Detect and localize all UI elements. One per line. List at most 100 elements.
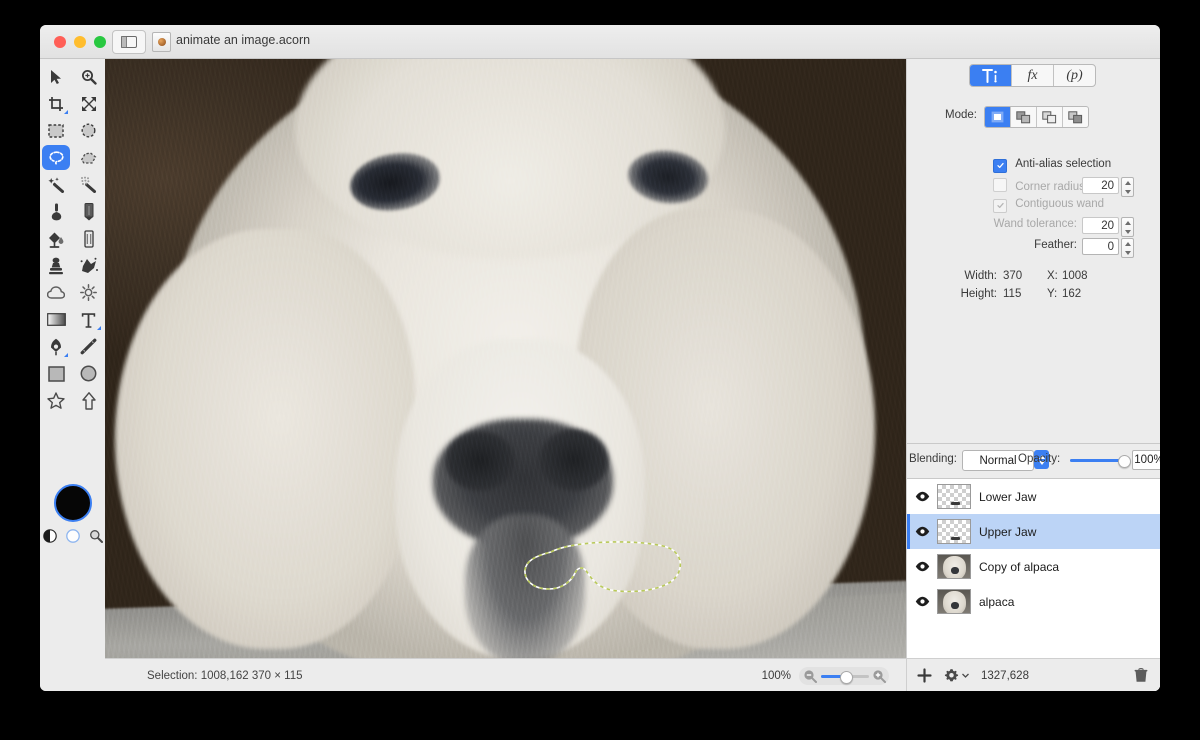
opacity-value-field[interactable]: 100% (1132, 450, 1160, 470)
layer-thumbnail (937, 589, 971, 614)
ellipse-select-tool[interactable] (75, 118, 103, 143)
brush-tool[interactable] (42, 199, 70, 224)
line-tool[interactable] (75, 334, 103, 359)
paint-bucket-tool[interactable] (42, 226, 70, 251)
mode-intersect-selection[interactable] (1063, 107, 1088, 127)
table-row[interactable]: alpaca (907, 584, 1160, 619)
line-icon (80, 338, 97, 355)
plus-icon[interactable] (917, 668, 932, 683)
layer-thumbnail (937, 484, 971, 509)
blending-label: Blending: (909, 453, 957, 465)
tab-palette[interactable]: (p) (1054, 65, 1095, 86)
height-value: 115 (1003, 288, 1022, 300)
layer-visibility-toggle[interactable] (907, 526, 937, 537)
move-tool[interactable] (42, 64, 70, 89)
dodge-tool[interactable] (75, 280, 103, 305)
opacity-label: Opacity: (1018, 453, 1061, 465)
pencil-tool[interactable] (75, 199, 103, 224)
canvas-area (105, 59, 1160, 691)
rectangle-select-tool[interactable] (42, 118, 70, 143)
antialias-selection-row[interactable]: Anti-alias selection (993, 158, 1111, 173)
zoom-slider[interactable] (799, 666, 889, 685)
cloud-icon (47, 286, 66, 299)
bezier-tool[interactable] (42, 334, 70, 359)
trash-icon[interactable] (1134, 668, 1148, 683)
sidebar-toggle-button[interactable] (112, 30, 146, 54)
antialias-label: Anti-alias selection (1015, 158, 1112, 170)
layer-thumbnail (937, 554, 971, 579)
arrow-shape-tool[interactable] (75, 388, 103, 413)
ellipse-shape-tool[interactable] (75, 361, 103, 386)
text-t-icon (82, 312, 96, 328)
rectangle-shape-tool[interactable] (42, 361, 70, 386)
magnifier-minus-icon[interactable] (803, 669, 817, 683)
alpaca-photo (105, 59, 910, 659)
smudge-icon (80, 257, 98, 273)
half-filled-circle-icon[interactable] (42, 529, 57, 543)
magnifier-plus-icon[interactable] (872, 669, 886, 683)
zoom-tool[interactable] (75, 64, 103, 89)
minimize-button[interactable] (74, 36, 86, 48)
table-row[interactable]: Lower Jaw (907, 479, 1160, 514)
arrow-up-icon (82, 391, 96, 410)
empty-circle-icon[interactable] (65, 529, 80, 543)
mode-subtract-selection[interactable] (1037, 107, 1063, 127)
magnifier-icon[interactable] (89, 529, 103, 543)
wand-tolerance-label: Wand tolerance: (993, 218, 1077, 230)
antialias-checkbox[interactable] (993, 158, 1007, 173)
table-row[interactable]: Upper Jaw (907, 514, 1160, 549)
zoom-level-label: 100% (761, 669, 791, 682)
tab-tool-options[interactable] (970, 65, 1012, 86)
mode-new-selection[interactable] (985, 107, 1011, 127)
eraser-icon (84, 229, 94, 248)
table-row[interactable]: Copy of alpaca (907, 549, 1160, 584)
y-label: Y: (1047, 288, 1058, 300)
smudge-tool[interactable] (75, 253, 103, 278)
layer-name: alpaca (979, 594, 1015, 609)
new-selection-icon (991, 111, 1004, 123)
layer-visibility-toggle[interactable] (907, 561, 937, 572)
gradient-tool[interactable] (42, 307, 70, 332)
sidebar-icon (121, 36, 137, 48)
circle-icon (80, 365, 97, 382)
image-canvas[interactable] (105, 59, 910, 659)
eraser-tool[interactable] (75, 226, 103, 251)
acorn-window: animate an image.acorn Selection: 1008,1… (40, 25, 1160, 691)
blur-tool[interactable] (42, 280, 70, 305)
zoom-button[interactable] (94, 36, 106, 48)
feather-field[interactable]: 0 (1082, 238, 1119, 255)
chevron-down-icon[interactable] (962, 673, 969, 678)
layers-footer: 1327,628 (907, 658, 1160, 691)
status-bar: Selection: 1008,162 370 × 115 100% (105, 658, 907, 691)
instant-alpha-tool[interactable] (75, 172, 103, 197)
layer-visibility-toggle[interactable] (907, 491, 937, 502)
contiguous-wand-checkbox (993, 198, 1007, 213)
inspector-panel: fx (p) Mode: Anti-alias selection Corner… (906, 59, 1160, 691)
text-tool[interactable] (75, 307, 103, 332)
lasso-selection-outline[interactable] (523, 540, 686, 598)
layer-visibility-toggle[interactable] (907, 596, 937, 607)
clone-stamp-tool[interactable] (42, 253, 70, 278)
feather-stepper[interactable] (1121, 238, 1134, 258)
corner-radius-field: 20 (1082, 177, 1119, 194)
corner-radius-stepper (1121, 177, 1134, 197)
polygon-lasso-tool[interactable] (75, 145, 103, 170)
layer-thumbnail (937, 519, 971, 544)
wand-tolerance-field: 20 (1082, 217, 1119, 234)
layer-name: Upper Jaw (979, 524, 1037, 539)
close-button[interactable] (54, 36, 66, 48)
star-shape-tool[interactable] (42, 388, 70, 413)
tab-filters[interactable]: fx (1012, 65, 1054, 86)
mode-add-selection[interactable] (1011, 107, 1037, 127)
transform-tool[interactable] (75, 91, 103, 116)
lasso-select-tool[interactable] (42, 145, 71, 170)
gear-icon[interactable] (944, 668, 959, 683)
crop-tool[interactable] (42, 91, 70, 116)
feather-label: Feather: (1034, 239, 1077, 251)
opacity-slider[interactable] (1070, 455, 1131, 468)
blending-mode-value: Normal (979, 454, 1017, 467)
square-icon (48, 365, 65, 382)
paint-bucket-icon (49, 232, 64, 248)
foreground-color-swatch[interactable] (53, 484, 92, 522)
magic-wand-tool[interactable] (42, 172, 70, 197)
